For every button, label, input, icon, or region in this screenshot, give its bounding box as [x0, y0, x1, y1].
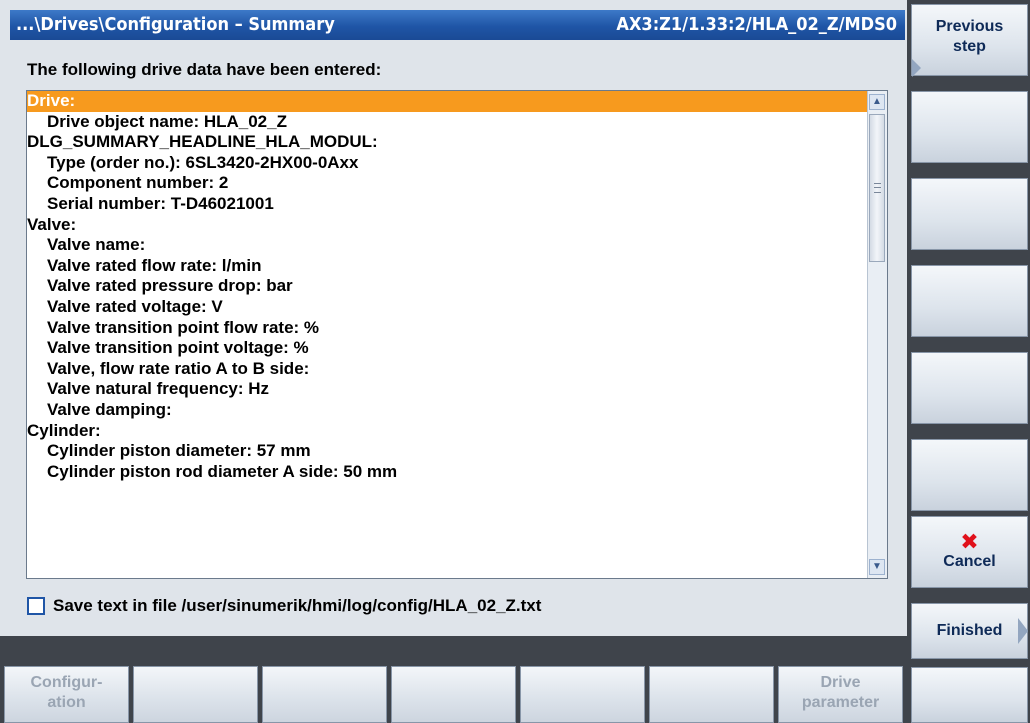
- softkey-h4[interactable]: [391, 666, 516, 723]
- softkey-v3[interactable]: [911, 178, 1028, 250]
- drive-parameter-label: Drive parameter: [801, 674, 880, 711]
- arrow-right-icon: [1018, 618, 1028, 644]
- drive-parameter-button[interactable]: Drive parameter: [778, 666, 903, 723]
- configuration-label: Configur- ation: [30, 674, 103, 711]
- list-item[interactable]: Valve transition point voltage: %: [27, 338, 868, 359]
- summary-heading: The following drive data have been enter…: [27, 60, 382, 79]
- softkey-v2[interactable]: [911, 91, 1028, 163]
- previous-step-label: Previous step: [935, 18, 1004, 55]
- configuration-button[interactable]: Configur- ation: [4, 666, 129, 723]
- cancel-button[interactable]: ✖ Cancel: [911, 516, 1028, 588]
- list-item[interactable]: Cylinder piston rod diameter A side: 50 …: [27, 462, 868, 483]
- list-item[interactable]: Valve rated pressure drop: bar: [27, 276, 868, 297]
- list-item[interactable]: Component number: 2: [27, 173, 868, 194]
- list-item[interactable]: Valve, flow rate ratio A to B side:: [27, 359, 868, 380]
- summary-list-content: Drive: Drive object name: HLA_02_Z DLG_SUM…: [27, 91, 868, 578]
- finished-label: Finished: [936, 622, 1003, 639]
- softkey-h2[interactable]: [133, 666, 258, 723]
- list-item[interactable]: Drive object name: HLA_02_Z: [27, 112, 868, 133]
- list-item[interactable]: Cylinder piston diameter: 57 mm: [27, 441, 868, 462]
- arrow-left-icon: [912, 59, 921, 77]
- scroll-down-icon[interactable]: ▼: [869, 559, 885, 575]
- scroll-up-icon[interactable]: ▲: [869, 94, 885, 110]
- list-scrollbar[interactable]: ▲ ▼: [867, 91, 887, 578]
- finished-button[interactable]: Finished: [911, 603, 1028, 659]
- softkey-h5[interactable]: [520, 666, 645, 723]
- list-item[interactable]: Serial number: T-D46021001: [27, 194, 868, 215]
- list-item[interactable]: Valve transition point flow rate: %: [27, 318, 868, 339]
- save-text-checkbox[interactable]: [27, 597, 45, 615]
- save-text-label: Save text in file /user/sinumerik/hmi/lo…: [53, 596, 542, 615]
- softkey-v8[interactable]: [911, 667, 1028, 723]
- list-item[interactable]: Valve rated flow rate: l/min: [27, 256, 868, 277]
- previous-step-button[interactable]: Previous step: [911, 4, 1028, 77]
- softkey-v4[interactable]: [911, 265, 1028, 337]
- vertical-softkey-bar: Previous step ✖ Cancel Finished: [907, 0, 1030, 723]
- softkey-h3[interactable]: [262, 666, 387, 723]
- list-item[interactable]: Valve name:: [27, 235, 868, 256]
- softkey-v6[interactable]: [911, 439, 1028, 511]
- grip-icon: [874, 183, 881, 193]
- list-section-header[interactable]: Drive:: [27, 91, 868, 112]
- softkey-v5[interactable]: [911, 352, 1028, 424]
- list-section-header[interactable]: Cylinder:: [27, 421, 868, 442]
- list-item[interactable]: Type (order no.): 6SL3420-2HX00-0Axx: [27, 153, 868, 174]
- cancel-label: Cancel: [943, 553, 996, 570]
- list-section-header[interactable]: DLG_SUMMARY_HEADLINE_HLA_MODUL:: [27, 132, 868, 153]
- summary-list[interactable]: Drive: Drive object name: HLA_02_Z DLG_SUM…: [26, 90, 888, 579]
- cancel-icon: ✖: [960, 529, 979, 554]
- list-item[interactable]: Valve rated voltage: V: [27, 297, 868, 318]
- main-panel: ...\Drives\Configuration – Summary AX3:Z…: [0, 0, 907, 636]
- title-bar: ...\Drives\Configuration – Summary AX3:Z…: [10, 10, 905, 40]
- drive-object-path: AX3:Z1/1.33:2/HLA_02_Z/MDS0: [616, 14, 897, 35]
- list-section-header[interactable]: Valve:: [27, 215, 868, 236]
- scrollbar-thumb[interactable]: [869, 114, 885, 262]
- list-item[interactable]: Valve natural frequency: Hz: [27, 379, 868, 400]
- breadcrumb-path: ...\Drives\Configuration – Summary: [16, 14, 335, 35]
- softkey-h6[interactable]: [649, 666, 774, 723]
- list-item[interactable]: Valve damping:: [27, 400, 868, 421]
- horizontal-softkey-bar: Configur- ation Drive parameter: [0, 636, 907, 723]
